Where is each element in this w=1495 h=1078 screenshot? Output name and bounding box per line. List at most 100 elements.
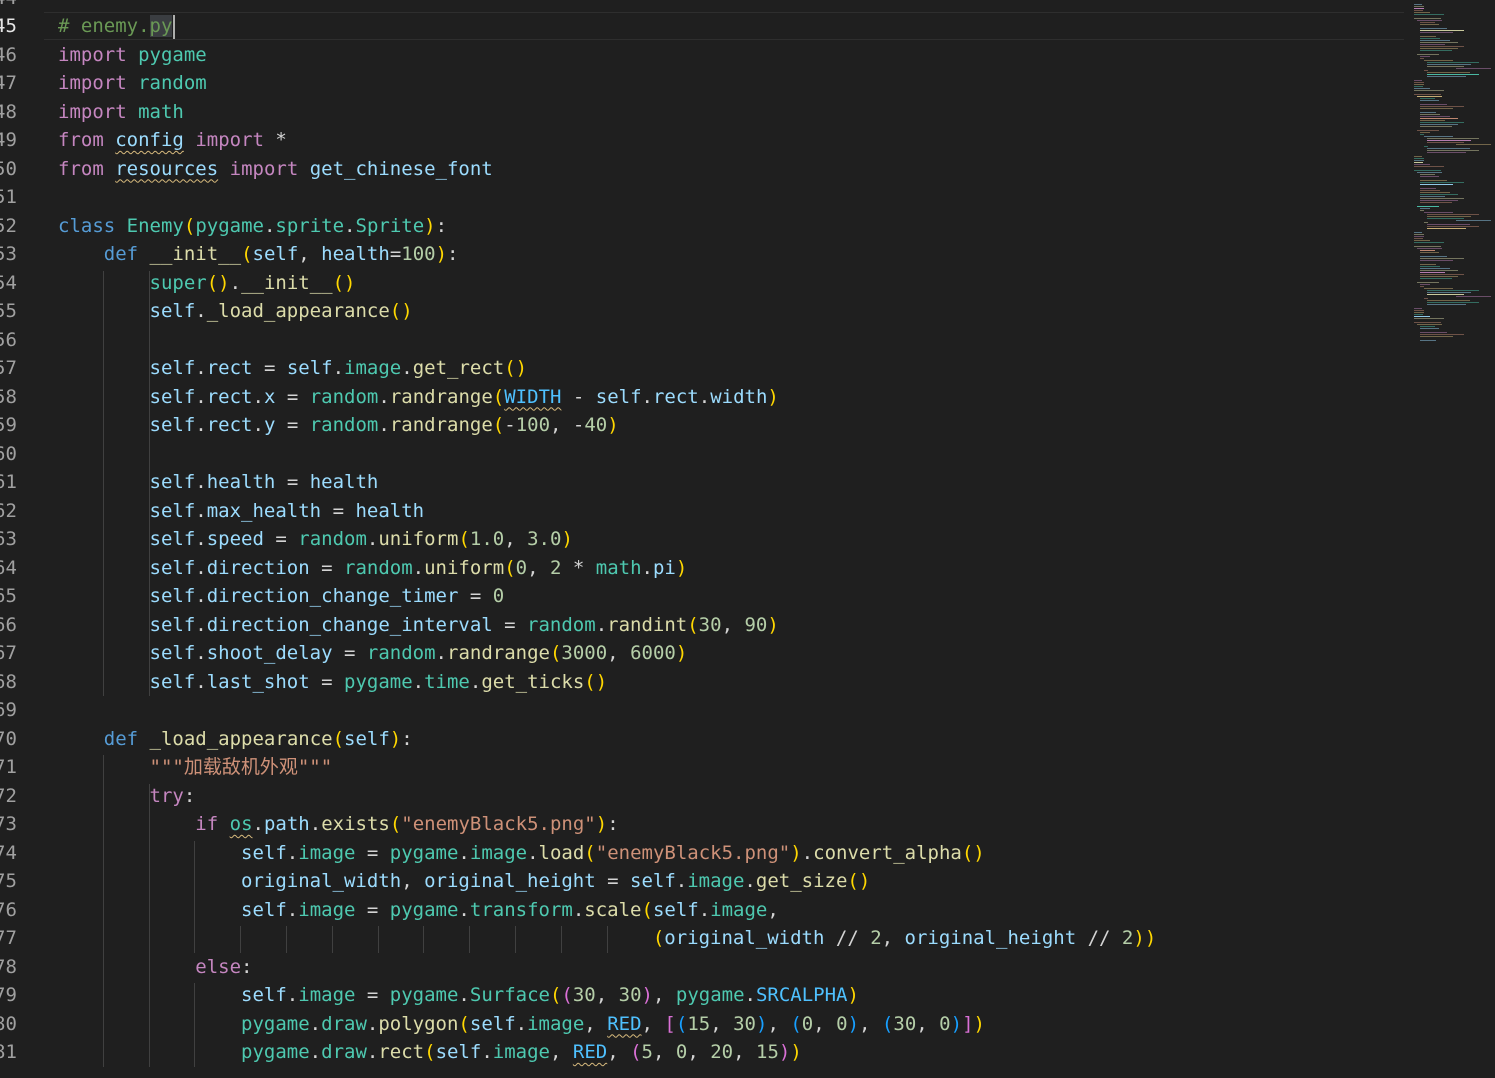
minimap-line (1414, 88, 1430, 89)
minimap-line (1420, 56, 1430, 57)
minimap-line (1426, 152, 1466, 153)
minimap-line (1420, 98, 1435, 99)
minimap-line (1426, 62, 1479, 63)
indent-guide (102, 270, 104, 696)
code-line[interactable]: class Enemy(pygame.sprite.Sprite): (58, 212, 447, 241)
code-line[interactable]: """加载敌机外观""" (58, 753, 333, 782)
code-line[interactable]: self.rect.y = random.randrange(-100, -40… (58, 411, 619, 440)
minimap-line (1420, 210, 1424, 211)
line-number: 47 (0, 72, 17, 94)
code-line[interactable]: def __init__(self, health=100): (58, 240, 459, 269)
minimap-line (1414, 12, 1430, 13)
code-line[interactable]: self.health = health (58, 468, 379, 497)
code-line[interactable]: # enemy.py (58, 12, 173, 41)
code-line[interactable]: self.rect = self.image.get_rect() (58, 354, 528, 383)
minimap-line (1423, 298, 1428, 299)
minimap-line (1420, 190, 1440, 191)
line-number: 58 (0, 385, 17, 408)
minimap-line (1414, 242, 1445, 243)
code-line[interactable]: import pygame (58, 41, 207, 70)
code-line[interactable]: self.max_health = health (58, 497, 425, 526)
code-line[interactable]: else: (58, 953, 252, 982)
minimap-line (1420, 334, 1465, 335)
minimap-line (1417, 282, 1439, 283)
minimap-line (1420, 192, 1450, 193)
minimap-line (1420, 176, 1439, 177)
indent-guide (240, 926, 242, 953)
code-line[interactable]: self.image = pygame.image.load("enemyBla… (58, 839, 985, 868)
code-line[interactable]: self.image = pygame.Surface((30, 30), py… (58, 981, 859, 1010)
minimap-line (1420, 202, 1453, 203)
code-line[interactable]: pygame.draw.rect(self.image, RED, (5, 0,… (58, 1038, 802, 1067)
minimap-line (1420, 24, 1439, 25)
code-line[interactable]: try: (58, 782, 196, 811)
indent-guide (102, 755, 104, 1067)
minimap-line (1414, 238, 1423, 239)
code-line[interactable]: self.direction_change_interval = random.… (58, 611, 779, 640)
code-line[interactable]: original_width, original_height = self.i… (58, 867, 870, 896)
indent-guide (148, 270, 150, 696)
minimap-line (1420, 184, 1454, 185)
code-line[interactable]: import random (58, 69, 207, 98)
minimap-line (1414, 90, 1445, 91)
minimap-line (1423, 70, 1428, 71)
minimap-line (1426, 64, 1471, 65)
minimap-line (1420, 258, 1465, 259)
line-number-gutter: 44 45 46 47 48 49 50 51 52 53 54 55 56 57 58 59 60 61 62 63… (0, 0, 40, 1078)
line-number: 75 (0, 870, 17, 892)
code-line[interactable]: self.shoot_delay = random.randrange(3000… (58, 639, 688, 668)
minimap-line (1414, 316, 1430, 317)
code-area[interactable]: # enemy.py import pygame import random impo… (58, 0, 1398, 1078)
line-number: 57 (0, 357, 17, 379)
minimap-line (1414, 234, 1425, 235)
minimap-line (1420, 336, 1454, 337)
minimap-line (1414, 164, 1430, 165)
indent-guide (331, 926, 333, 953)
code-line[interactable]: self.direction = random.uniform(0, 2 * m… (58, 554, 688, 583)
minimap-line (1423, 222, 1428, 223)
minimap-line (1414, 6, 1425, 7)
minimap-line (1426, 216, 1471, 217)
minimap-line (1420, 278, 1453, 279)
code-line[interactable]: self.speed = random.uniform(1.0, 3.0) (58, 525, 573, 554)
code-line[interactable]: def _load_appearance(self): (58, 725, 413, 754)
code-line[interactable]: self.last_shot = pygame.time.get_ticks() (58, 668, 608, 697)
line-number: 80 (0, 1012, 17, 1035)
code-line[interactable]: self._load_appearance() (58, 297, 413, 326)
code-line[interactable]: self.image = pygame.transform.scale(self… (58, 896, 779, 925)
minimap-line (1414, 322, 1442, 323)
minimap-line (1414, 4, 1422, 5)
minimap-line (1420, 266, 1440, 267)
minimap-line (1417, 324, 1442, 325)
minimap-line (1420, 116, 1450, 117)
line-number: 68 (0, 670, 17, 693)
code-line[interactable]: from config import * (58, 126, 287, 155)
code-line[interactable]: import math (58, 98, 184, 127)
minimap-line (1417, 54, 1439, 55)
minimap-line (1426, 138, 1479, 139)
minimap-line (1420, 256, 1447, 257)
code-editor[interactable]: 44 45 46 47 48 49 50 51 52 53 54 55 56 57 58 59 60 61 62 63… (0, 0, 1495, 1078)
indent-guide (469, 926, 471, 953)
code-line[interactable]: self.direction_change_timer = 0 (58, 582, 505, 611)
code-line[interactable]: pygame.draw.polygon(self.image, RED, [(1… (58, 1010, 985, 1039)
minimap-line (1420, 276, 1458, 277)
code-line[interactable]: from resources import get_chinese_font (58, 155, 493, 184)
minimap-line (1414, 170, 1442, 171)
line-number: 55 (0, 300, 17, 322)
code-line[interactable]: if os.path.exists("enemyBlack5.png"): (58, 810, 618, 839)
code-line[interactable]: self.rect.x = random.randrange(WIDTH - s… (58, 383, 779, 412)
minimap-line (1420, 42, 1458, 43)
minimap-line (1420, 126, 1453, 127)
line-number: 66 (0, 613, 17, 636)
minimap-line (1414, 14, 1445, 15)
minimap-line (1420, 118, 1458, 119)
indent-guide (560, 926, 562, 953)
line-number: 70 (0, 727, 17, 750)
minimap-line (1420, 250, 1435, 251)
minimap-line (1420, 104, 1447, 105)
minimap-line (1420, 182, 1465, 183)
minimap-line (1414, 156, 1422, 157)
minimap[interactable] (1410, 0, 1495, 1078)
minimap-line (1423, 60, 1454, 61)
